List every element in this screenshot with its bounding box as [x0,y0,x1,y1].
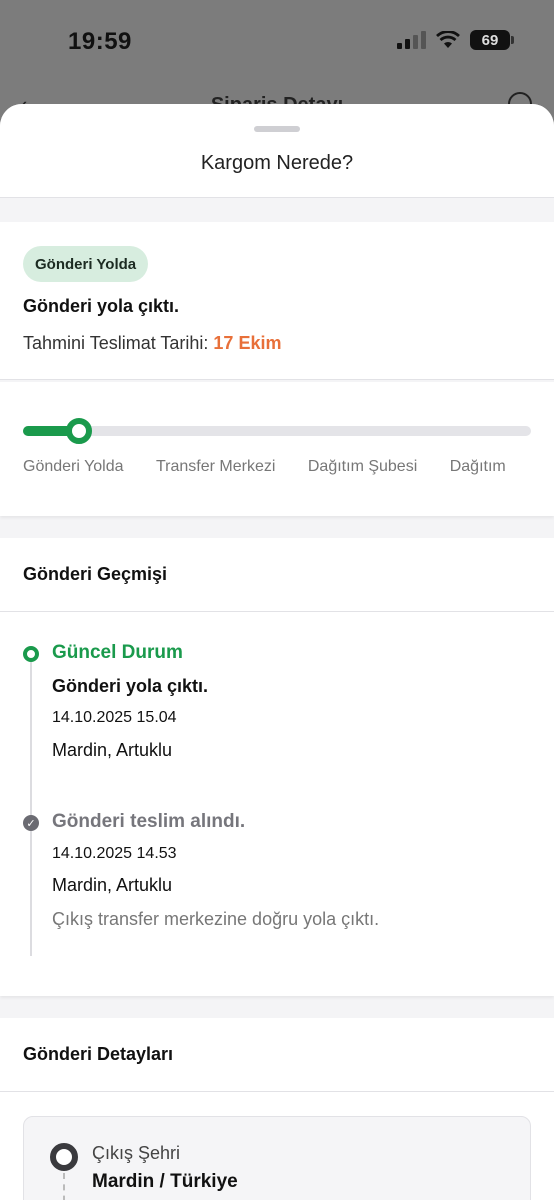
status-bar: 19:59 69 [0,0,554,80]
bottom-sheet: Kargom Nerede? Gönderi Yolda Gönderi yol… [0,104,554,1200]
step-label: Transfer Merkezi [155,458,276,475]
sheet-grabber[interactable] [254,126,300,132]
current-status-dot-icon [23,646,39,662]
route-box: Çıkış Şehri Mardin / Türkiye [23,1116,531,1200]
status-icons: 69 [397,30,514,50]
sheet-header: Kargom Nerede? [0,104,554,198]
eta-label: Tahmini Teslimat Tarihi: [23,333,209,353]
shipment-status-card: Gönderi Yolda Gönderi yola çıktı. Tahmin… [0,222,554,380]
origin-ring-icon [50,1143,78,1171]
timeline-line [30,656,32,956]
status-time: 19:59 [68,28,132,55]
battery-level: 69 [481,31,499,49]
wifi-icon [436,31,460,48]
event-datetime: 14.10.2025 14.53 [52,845,177,862]
step-label: Dağıtım [449,458,506,475]
step-label: Dağıtım Şubesi [307,458,418,475]
progress-track [23,418,531,444]
route-dashed-line [63,1173,65,1200]
status-message: Gönderi yola çıktı. [23,296,180,316]
history-title: Gönderi Geçmişi [0,538,554,612]
battery-icon: 69 [470,30,514,50]
progress-steps[interactable]: Gönderi Yolda Transfer Merkezi Dağıtım Ş… [23,458,531,476]
check-icon: ✓ [23,815,39,831]
estimated-delivery: Tahmini Teslimat Tarihi: 17 Ekim [23,333,281,354]
shipment-history-card: Gönderi Geçmişi Güncel Durum Gönderi yol… [0,538,554,996]
shipment-details-card: Gönderi Detayları Çıkış Şehri Mardin / T… [0,1018,554,1200]
event-location: Mardin, Artuklu [52,740,173,760]
event-title: Güncel Durum [52,642,183,663]
origin-label: Çıkış Şehri [92,1143,181,1163]
cellular-signal-icon [397,31,426,49]
eta-date: 17 Ekim [213,333,282,353]
sheet-title: Kargom Nerede? [200,152,354,174]
event-status: Gönderi yola çıktı. [52,676,209,696]
origin-value: Mardin / Türkiye [92,1171,238,1192]
status-badge: Gönderi Yolda [23,246,149,282]
event-datetime: 14.10.2025 15.04 [52,709,177,726]
event-title: Gönderi teslim alındı. [52,811,246,832]
progress-card: Gönderi Yolda Transfer Merkezi Dağıtım Ş… [0,382,554,516]
event-note: Çıkış transfer merkezine doğru yola çıkt… [52,909,380,929]
progress-knob [65,418,92,444]
step-label: Gönderi Yolda [23,458,124,475]
event-location: Mardin, Artuklu [52,875,173,895]
details-title: Gönderi Detayları [0,1018,554,1092]
